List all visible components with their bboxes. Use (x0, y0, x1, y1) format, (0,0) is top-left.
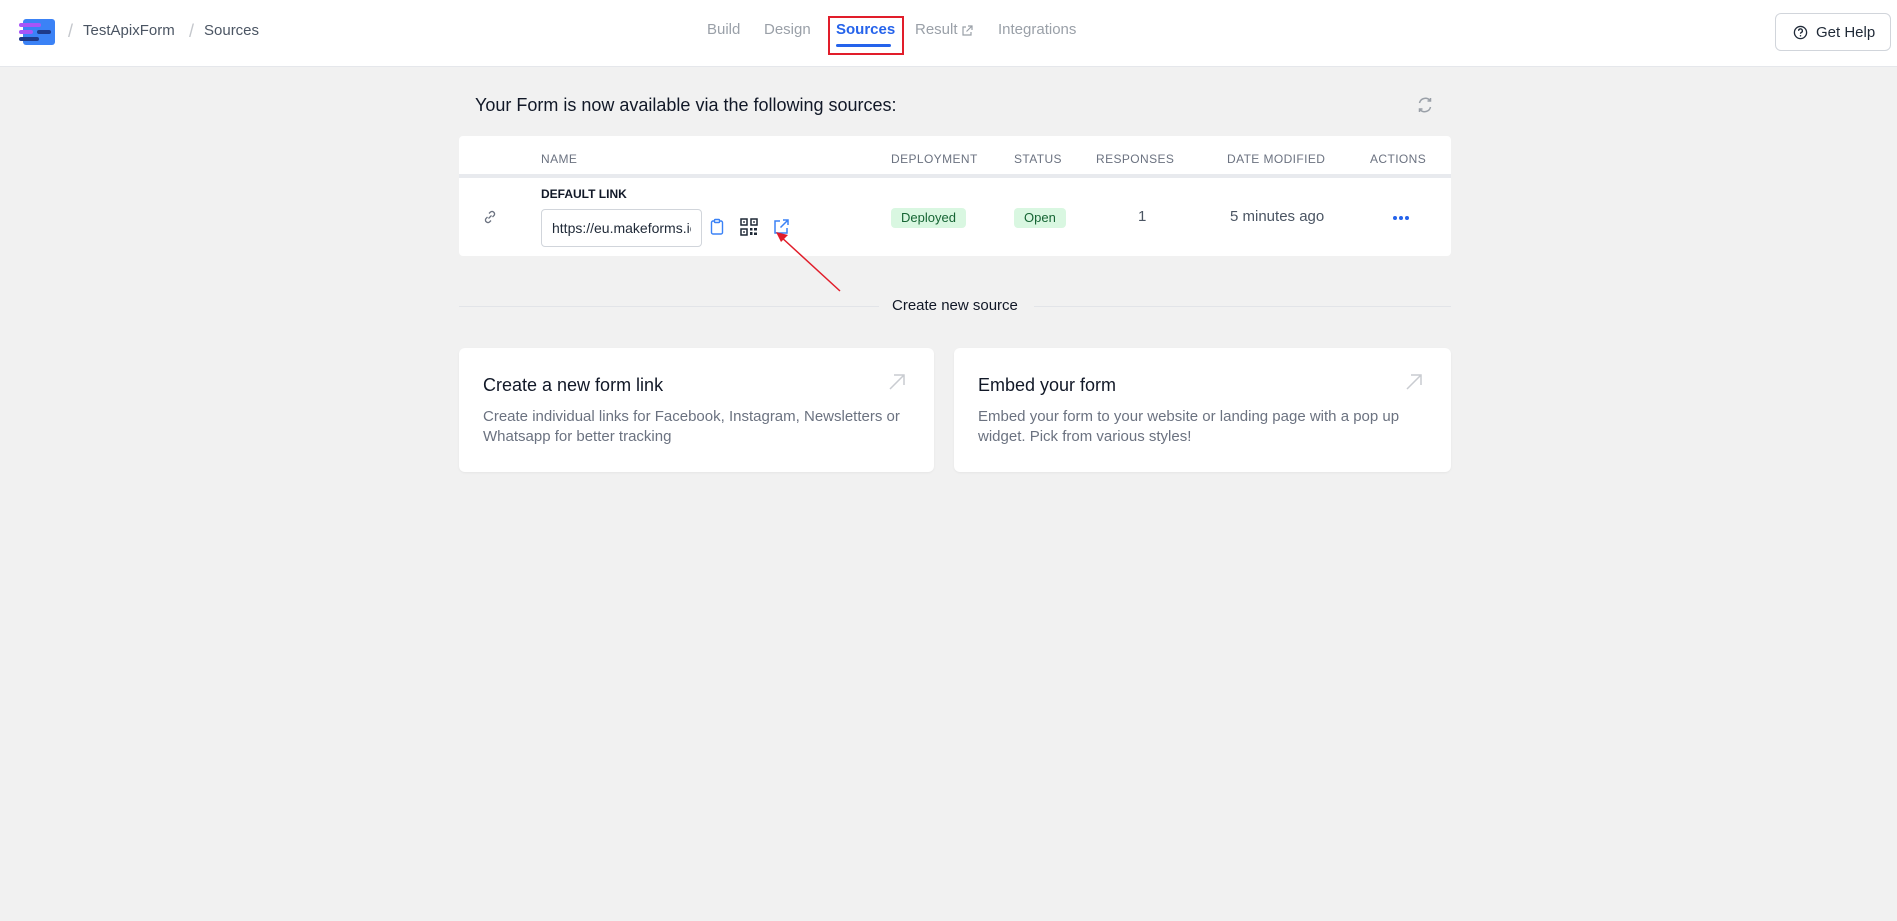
breadcrumb-separator: / (68, 21, 74, 41)
card-description: Create individual links for Facebook, In… (483, 408, 900, 445)
external-link-icon (962, 25, 973, 36)
tab-design[interactable]: Design (764, 21, 811, 38)
app-logo-icon[interactable] (19, 19, 55, 45)
breadcrumb-separator: / (189, 21, 195, 41)
breadcrumb-form[interactable]: TestApixForm (83, 22, 175, 39)
refresh-icon[interactable] (1416, 96, 1434, 114)
section-divider (1034, 306, 1451, 307)
table-header-divider (459, 174, 1451, 178)
breadcrumb-current: Sources (204, 22, 260, 39)
sources-title: Your Form is now available via the follo… (475, 95, 897, 115)
card-title: Embed your form (978, 375, 1117, 395)
tab-integrations[interactable]: Integrations (998, 21, 1076, 38)
qr-code-icon[interactable] (740, 218, 758, 236)
column-header-deployment: DEPLOYMENT (891, 152, 978, 166)
tab-sources[interactable]: Sources (836, 21, 895, 38)
card-description: Embed your form to your website or landi… (978, 408, 1400, 445)
responses-count: 1 (1138, 208, 1147, 225)
tab-build[interactable]: Build (707, 21, 740, 38)
arrow-up-right-icon (1406, 374, 1422, 390)
active-tab-indicator (836, 44, 891, 47)
create-form-link-card[interactable]: Create a new form link Create individual… (459, 348, 934, 472)
get-help-button[interactable]: Get Help (1775, 13, 1891, 51)
date-modified: 5 minutes ago (1230, 208, 1325, 225)
create-new-source-label: Create new source (892, 297, 1018, 314)
arrow-up-right-icon (889, 374, 905, 390)
source-name-label: DEFAULT LINK (541, 187, 627, 201)
column-header-responses: RESPONSES (1096, 152, 1175, 166)
source-url-field[interactable] (541, 209, 702, 247)
help-circle-icon (1793, 25, 1808, 40)
column-header-date-modified: DATE MODIFIED (1227, 152, 1326, 166)
get-help-label: Get Help (1816, 24, 1876, 41)
annotation-arrow (776, 232, 841, 292)
deployment-status-badge: Deployed (891, 208, 966, 228)
tab-result[interactable]: Result (915, 21, 958, 38)
status-badge: Open (1014, 208, 1066, 228)
column-header-name: NAME (541, 152, 578, 166)
link-icon (484, 210, 496, 224)
column-header-actions: ACTIONS (1370, 152, 1427, 166)
column-header-status: STATUS (1014, 152, 1062, 166)
card-title: Create a new form link (483, 375, 664, 395)
section-divider (459, 306, 879, 307)
top-bar: / TestApixForm / Sources Build Design So… (0, 0, 1897, 67)
sources-table: NAME DEPLOYMENT STATUS RESPONSES DATE MO… (459, 136, 1451, 256)
more-actions-icon[interactable] (1392, 215, 1410, 221)
embed-form-card[interactable]: Embed your form Embed your form to your … (954, 348, 1451, 472)
copy-clipboard-icon[interactable] (708, 218, 726, 236)
